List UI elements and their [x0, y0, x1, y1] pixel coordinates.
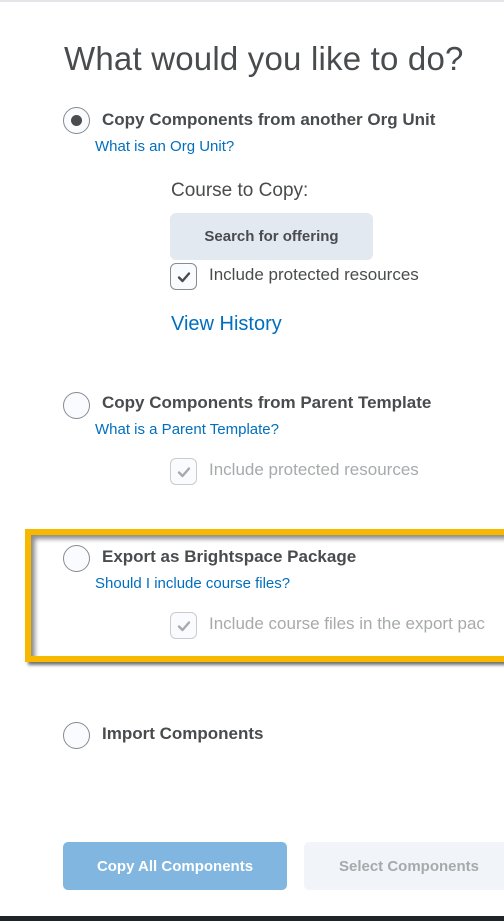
radio-export-brightspace-package[interactable]	[63, 545, 90, 572]
view-history-link[interactable]: View History	[171, 313, 282, 336]
option-label-export-brightspace-package: Export as Brightspace Package	[102, 547, 357, 566]
radio-copy-from-org-unit[interactable]	[63, 107, 90, 134]
checkmark-icon	[177, 271, 190, 282]
course-to-copy-label: Course to Copy:	[171, 180, 309, 201]
include-course-files-label: Include course files in the export pac	[209, 614, 485, 633]
parent-template-protected-resources-label: Include protected resources	[209, 460, 419, 479]
option-label-import-components: Import Components	[102, 724, 264, 743]
option-label-copy-from-parent-template: Copy Components from Parent Template	[102, 393, 432, 412]
page-title: What would you like to do?	[64, 40, 464, 77]
help-link-org-unit[interactable]: What is an Org Unit?	[95, 138, 234, 155]
select-components-button[interactable]: Select Components	[304, 842, 504, 890]
radio-import-components[interactable]	[63, 722, 90, 749]
bottom-bar	[0, 916, 504, 921]
search-for-offering-button[interactable]: Search for offering	[170, 213, 373, 260]
parent-template-protected-resources-checkbox[interactable]	[170, 458, 197, 485]
help-link-parent-template[interactable]: What is a Parent Template?	[95, 421, 279, 438]
option-label-copy-from-org-unit: Copy Components from another Org Unit	[102, 110, 436, 129]
checkmark-icon	[177, 620, 190, 631]
include-protected-resources-label: Include protected resources	[209, 265, 419, 284]
radio-copy-from-parent-template[interactable]	[63, 392, 90, 419]
help-link-course-files[interactable]: Should I include course files?	[95, 575, 290, 592]
copy-all-components-button[interactable]: Copy All Components	[63, 842, 287, 890]
top-divider	[0, 0, 504, 2]
include-protected-resources-checkbox[interactable]	[170, 263, 197, 290]
checkmark-icon	[177, 466, 190, 477]
include-course-files-checkbox[interactable]	[170, 612, 197, 639]
